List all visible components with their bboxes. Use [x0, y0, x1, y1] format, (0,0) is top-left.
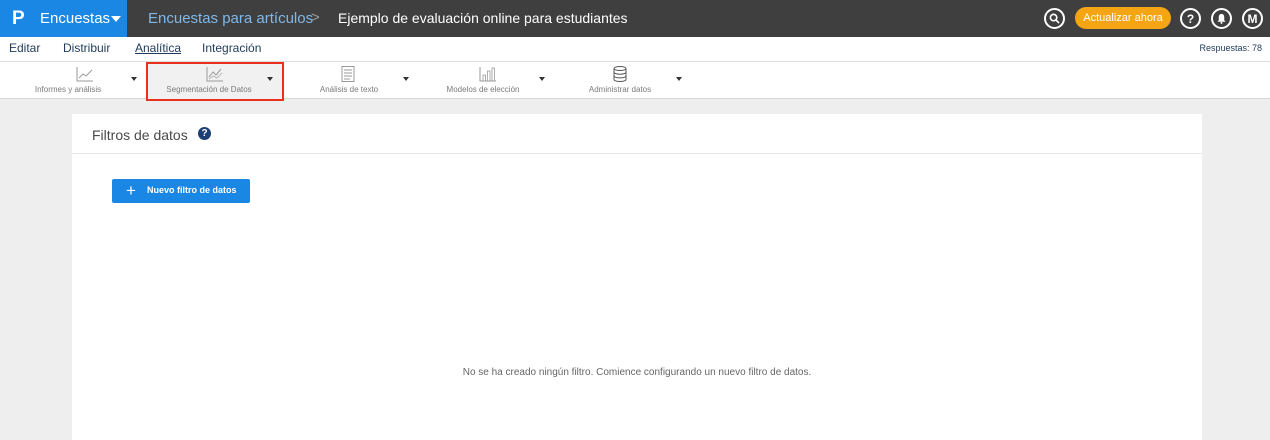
notifications-button[interactable] — [1211, 8, 1232, 29]
section-nav: Editar Distribuir Analítica Integración … — [0, 37, 1270, 62]
highlight-box — [146, 62, 284, 101]
top-bar: P Encuestas Encuestas para artículos > E… — [0, 0, 1270, 37]
line-chart-icon — [76, 67, 93, 82]
plus-icon: + — [126, 181, 136, 200]
user-avatar-button[interactable]: M — [1242, 8, 1263, 29]
help-icon[interactable]: ? — [198, 127, 211, 140]
breadcrumb-separator-icon: > — [311, 9, 320, 26]
chevron-down-icon[interactable] — [676, 77, 682, 81]
responses-count: Respuestas: 78 — [1199, 43, 1262, 53]
tab-distribuir[interactable]: Distribuir — [63, 41, 110, 55]
upgrade-button[interactable]: Actualizar ahora — [1075, 7, 1171, 29]
database-icon — [613, 66, 627, 82]
search-button[interactable] — [1044, 8, 1065, 29]
tool-label: Modelos de elección — [446, 85, 520, 94]
tool-label: Análisis de texto — [319, 85, 379, 94]
product-name: Encuestas — [40, 10, 111, 27]
tool-administrar-datos[interactable]: Administrar datos — [566, 62, 684, 99]
bell-icon — [1217, 13, 1226, 24]
tab-editar[interactable]: Editar — [9, 41, 40, 55]
search-icon — [1049, 13, 1060, 24]
data-filters-panel: Filtros de datos ? + Nuevo filtro de dat… — [72, 114, 1202, 440]
tool-label: Administrar datos — [588, 85, 652, 94]
button-label: Nuevo filtro de datos — [147, 185, 237, 195]
text-document-icon — [341, 66, 355, 82]
breadcrumb-folder[interactable]: Encuestas para artículos — [148, 10, 313, 27]
chevron-down-icon[interactable] — [131, 77, 137, 81]
panel-header: Filtros de datos ? — [72, 114, 1202, 154]
bar-chart-icon — [479, 67, 496, 82]
tool-modelos-de-eleccion[interactable]: Modelos de elección — [430, 62, 546, 99]
empty-state-message: No se ha creado ningún filtro. Comience … — [462, 367, 812, 378]
brand-logo: P — [12, 8, 25, 29]
chevron-down-icon — [111, 16, 121, 22]
tool-informes-y-analisis[interactable]: Informes y análisis — [30, 62, 140, 99]
help-icon: ? — [1186, 11, 1195, 26]
tool-analisis-de-texto[interactable]: Análisis de texto — [300, 62, 412, 99]
tab-integracion[interactable]: Integración — [202, 41, 261, 55]
help-button[interactable]: ? — [1180, 8, 1201, 29]
new-data-filter-button[interactable]: + Nuevo filtro de datos — [112, 179, 250, 203]
panel-title: Filtros de datos — [92, 127, 188, 143]
product-switcher-button[interactable]: P Encuestas — [0, 0, 127, 37]
tool-label: Informes y análisis — [34, 85, 102, 94]
survey-title: Ejemplo de evaluación online para estudi… — [338, 10, 628, 26]
chevron-down-icon[interactable] — [539, 77, 545, 81]
avatar-initial: M — [1247, 11, 1258, 26]
tab-analitica[interactable]: Analítica — [135, 41, 181, 55]
chevron-down-icon[interactable] — [403, 77, 409, 81]
